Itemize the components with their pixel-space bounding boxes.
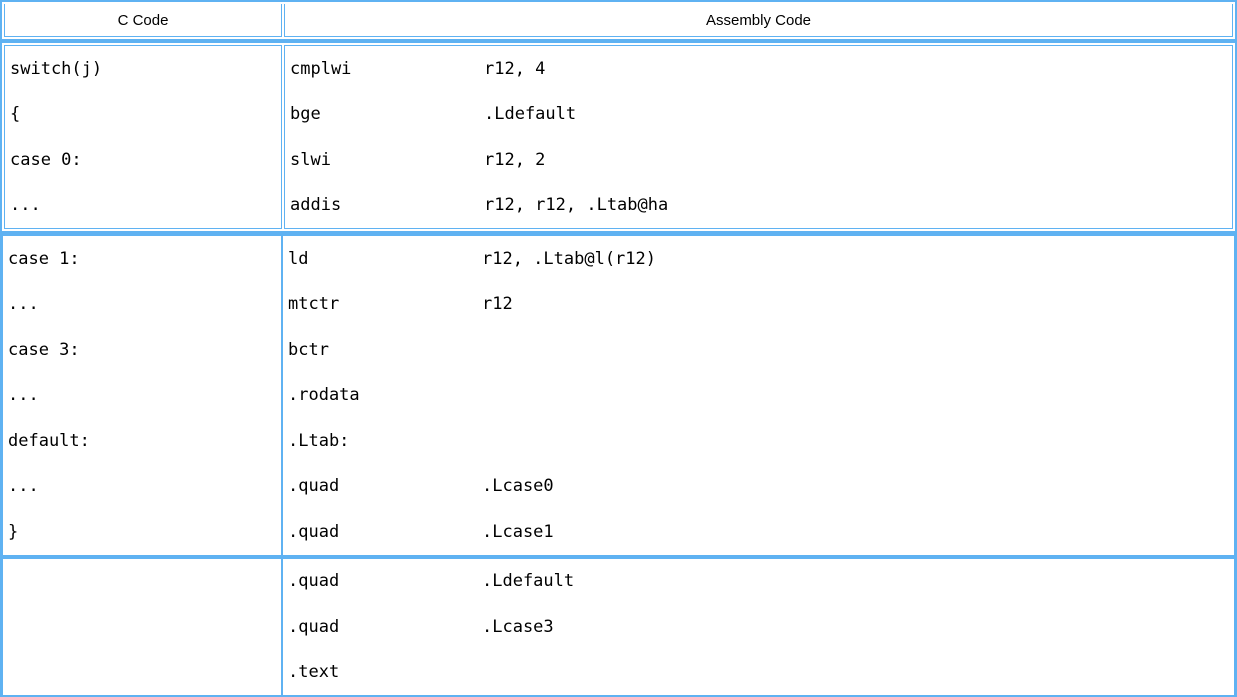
- asm-code-line: slwir12, 2: [290, 137, 1232, 183]
- column-header-assembly-code: Assembly Code: [284, 4, 1233, 37]
- asm-code-line: cmplwir12, 4: [290, 46, 1232, 92]
- asm-operands: r12, 2: [484, 150, 545, 170]
- asm-mnemonic: .quad: [288, 617, 482, 637]
- c-code-line: switch(j): [10, 46, 281, 92]
- asm-mnemonic: ld: [288, 249, 482, 269]
- asm-mnemonic: addis: [290, 195, 484, 215]
- asm-code-line: .text: [288, 650, 1234, 696]
- header-row: C Code Assembly Code: [4, 4, 1233, 37]
- asm-operands: .Ldefault: [482, 571, 574, 591]
- c-code-line: ...: [8, 373, 281, 419]
- asm-code-line: .quad.Lcase0: [288, 464, 1234, 510]
- asm-mnemonic: cmplwi: [290, 59, 484, 79]
- c-code-cell-section-1: switch(j){case 0:...: [4, 45, 282, 229]
- section-1-table: switch(j){case 0:... cmplwir12, 4bge.Lde…: [0, 41, 1237, 233]
- asm-mnemonic: mtctr: [288, 294, 482, 314]
- table-row: .quad.Ldefault.quad.Lcase3.text: [2, 556, 1235, 697]
- asm-code-line: addisr12, r12, .Ltab@ha: [290, 183, 1232, 229]
- table-row: case 1:...case 3:...default:...} ldr12, …: [2, 235, 1235, 556]
- asm-code-cell-section-1: cmplwir12, 4bge.Ldefaultslwir12, 2addisr…: [284, 45, 1233, 229]
- c-code-line: }: [8, 509, 281, 555]
- asm-operands: .Ldefault: [484, 104, 576, 124]
- c-code-line: {: [10, 92, 281, 138]
- asm-code-line: ldr12, .Ltab@l(r12): [288, 236, 1234, 282]
- asm-mnemonic: .rodata: [288, 385, 482, 405]
- column-header-c-code: C Code: [4, 4, 282, 37]
- c-code-cell-section-2: case 1:...case 3:...default:...}: [2, 235, 282, 556]
- c-code-line: case 0:: [10, 137, 281, 183]
- asm-operands: .Lcase1: [482, 522, 554, 542]
- asm-mnemonic: bctr: [288, 340, 482, 360]
- asm-code-cell-section-3: .quad.Ldefault.quad.Lcase3.text: [282, 556, 1235, 697]
- c-code-line: case 1:: [8, 236, 281, 282]
- c-code-cell-section-3: [2, 556, 282, 697]
- asm-operands: r12, r12, .Ltab@ha: [484, 195, 668, 215]
- asm-operands: r12, .Ltab@l(r12): [482, 249, 656, 269]
- asm-code-line: mtctrr12: [288, 282, 1234, 328]
- asm-operands: .Lcase3: [482, 617, 554, 637]
- asm-mnemonic: .Ltab:: [288, 431, 482, 451]
- table-row: switch(j){case 0:... cmplwir12, 4bge.Lde…: [4, 45, 1233, 229]
- c-code-line: ...: [8, 464, 281, 510]
- asm-mnemonic: bge: [290, 104, 484, 124]
- asm-mnemonic: slwi: [290, 150, 484, 170]
- header-row-table: C Code Assembly Code: [0, 0, 1237, 41]
- asm-code-line: .quad.Ldefault: [288, 559, 1234, 605]
- c-code-line: default:: [8, 418, 281, 464]
- c-code-line: case 3:: [8, 327, 281, 373]
- asm-operands: .Lcase0: [482, 476, 554, 496]
- asm-mnemonic: .quad: [288, 476, 482, 496]
- asm-mnemonic: .text: [288, 662, 482, 682]
- asm-code-cell-section-2: ldr12, .Ltab@l(r12)mtctrr12bctr.rodata.L…: [282, 235, 1235, 556]
- c-code-line: ...: [8, 282, 281, 328]
- c-to-assembly-comparison-table: C Code Assembly Code switch(j){case 0:..…: [0, 0, 1237, 697]
- asm-code-line: .Ltab:: [288, 418, 1234, 464]
- asm-operands: r12: [482, 294, 513, 314]
- asm-operands: r12, 4: [484, 59, 545, 79]
- asm-mnemonic: .quad: [288, 571, 482, 591]
- asm-code-line: .rodata: [288, 373, 1234, 419]
- c-code-line: ...: [10, 183, 281, 229]
- asm-code-line: .quad.Lcase1: [288, 509, 1234, 555]
- asm-code-line: .quad.Lcase3: [288, 604, 1234, 650]
- asm-code-line: bctr: [288, 327, 1234, 373]
- section-2-3-table: case 1:...case 3:...default:...} ldr12, …: [0, 233, 1237, 697]
- asm-code-line: bge.Ldefault: [290, 92, 1232, 138]
- asm-mnemonic: .quad: [288, 522, 482, 542]
